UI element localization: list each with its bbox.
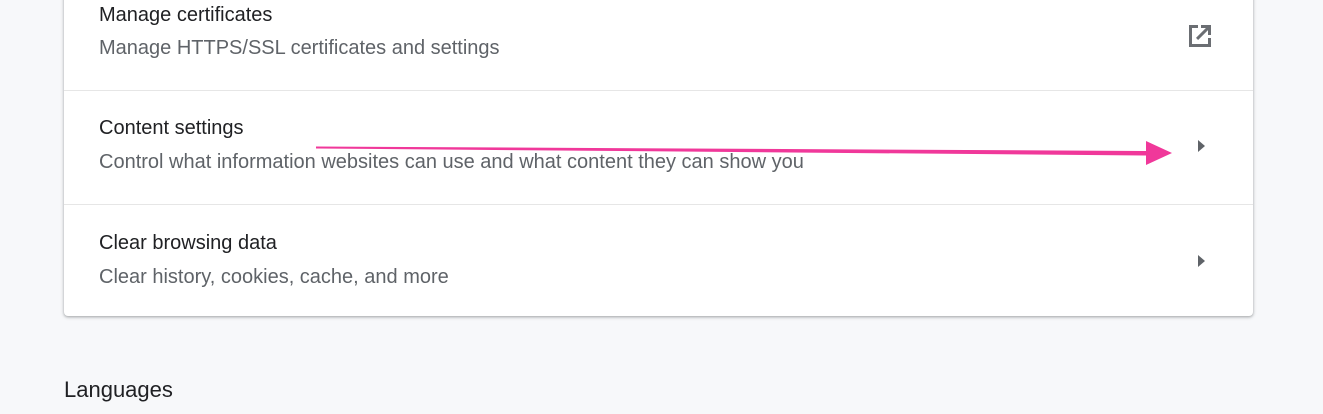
privacy-settings-card: Manage certificates Manage HTTPS/SSL cer… — [64, 0, 1253, 316]
external-link-icon[interactable] — [1184, 20, 1216, 52]
row-subtitle: Control what information websites can us… — [99, 151, 804, 173]
row-title: Manage certificates — [99, 4, 273, 26]
row-subtitle: Manage HTTPS/SSL certificates and settin… — [99, 37, 500, 59]
row-title: Content settings — [99, 117, 244, 139]
manage-certificates-row[interactable]: Manage certificates Manage HTTPS/SSL cer… — [64, 0, 1253, 90]
clear-browsing-data-row[interactable]: Clear browsing data Clear history, cooki… — [64, 204, 1253, 318]
chevron-right-icon[interactable] — [1192, 137, 1210, 155]
row-subtitle: Clear history, cookies, cache, and more — [99, 266, 449, 288]
content-settings-row[interactable]: Content settings Control what informatio… — [64, 90, 1253, 204]
languages-section-heading: Languages — [64, 377, 173, 402]
chevron-right-icon[interactable] — [1192, 252, 1210, 270]
row-title: Clear browsing data — [99, 232, 277, 254]
